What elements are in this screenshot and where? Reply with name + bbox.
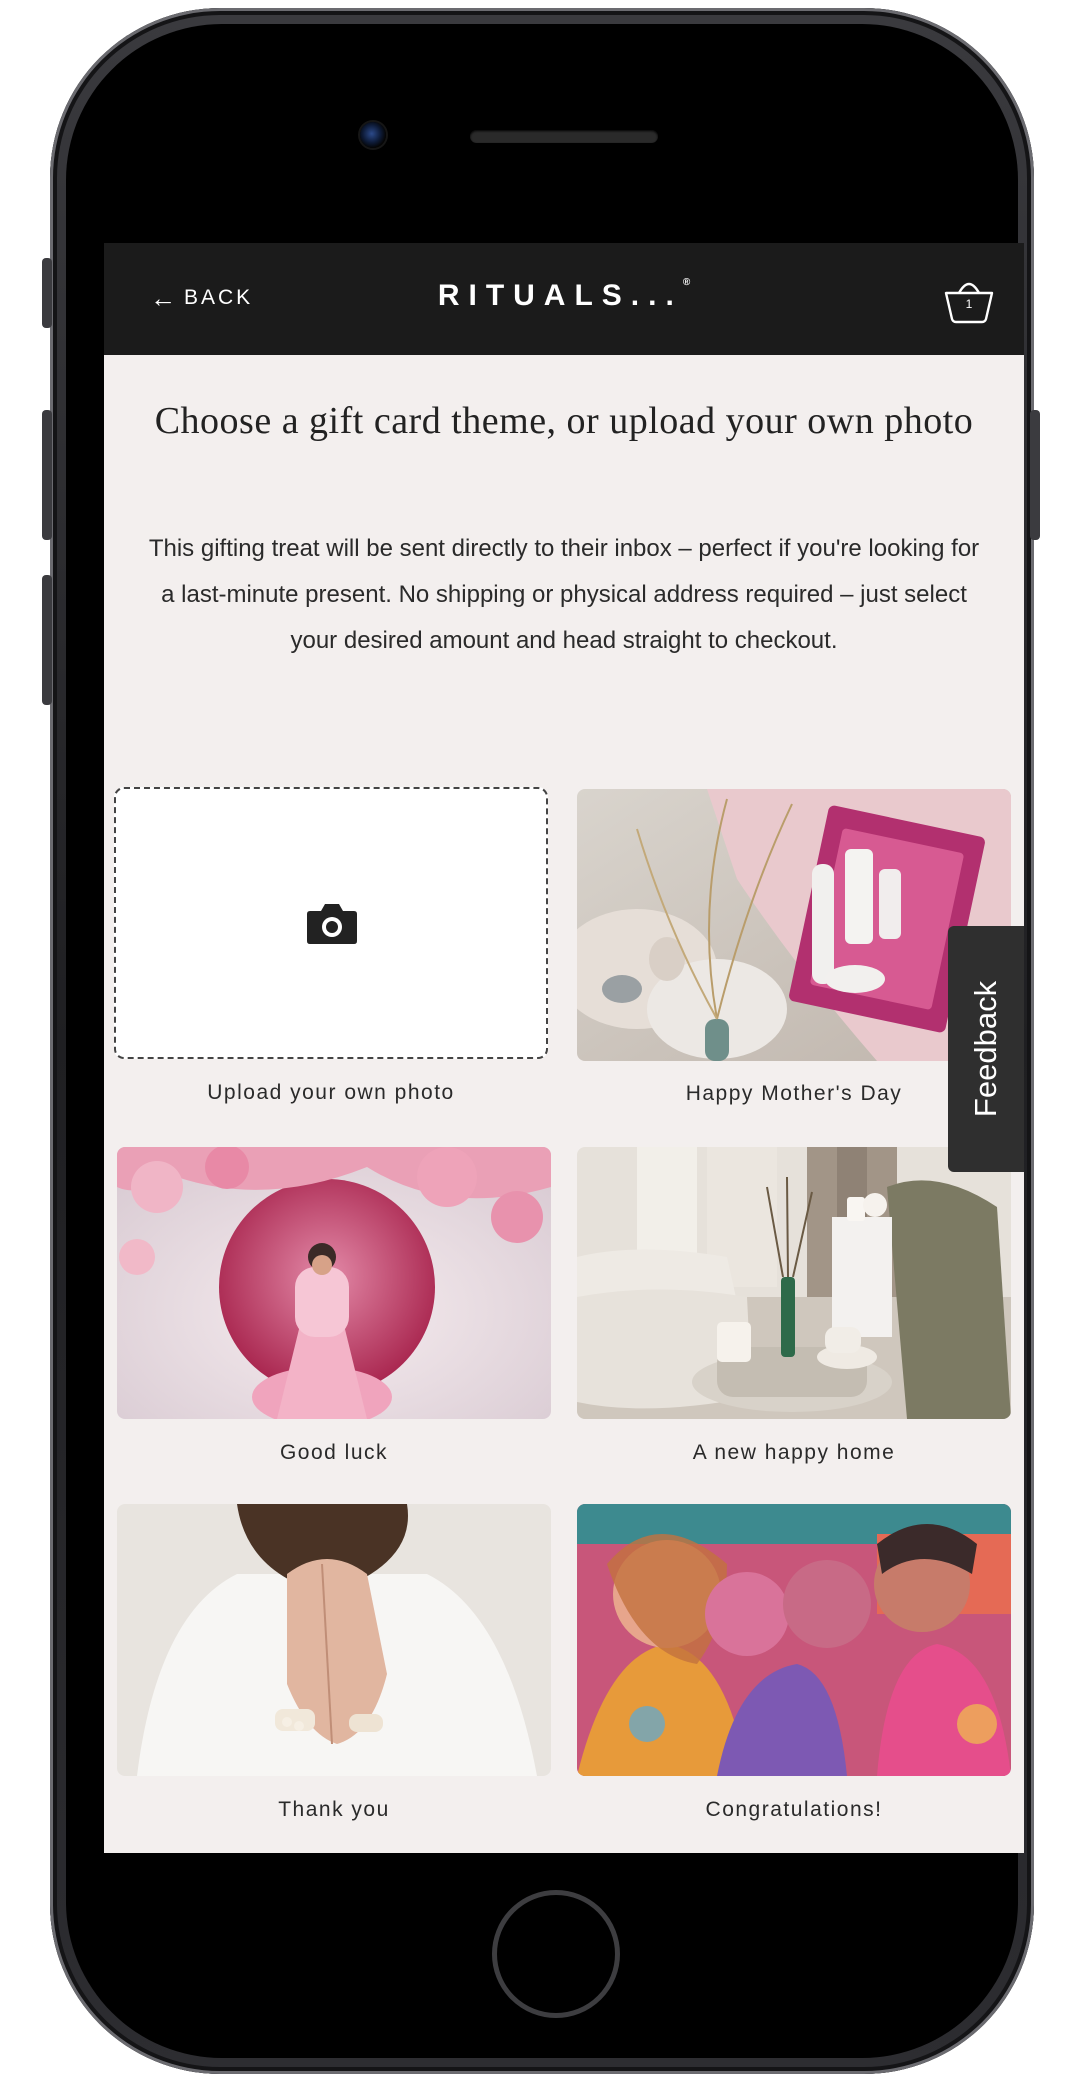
theme-tile-congratulations[interactable] [577, 1504, 1011, 1776]
top-nav-bar: ← BACK RITUALS...® 1 [104, 243, 1024, 355]
volume-up-button [42, 410, 52, 540]
page-description: This gifting treat will be sent directly… [148, 535, 980, 654]
congratulations-photo [577, 1504, 1011, 1776]
feedback-tab[interactable]: Feedback [948, 926, 1024, 1172]
brand-logo[interactable]: RITUALS...® [104, 277, 1024, 313]
mothers-day-photo [577, 789, 1011, 1061]
home-button[interactable] [492, 1890, 620, 2018]
camera-icon [307, 904, 357, 944]
feedback-label: Feedback [968, 980, 1003, 1118]
cart-count-badge: 1 [965, 297, 973, 311]
thank-you-photo [117, 1504, 551, 1776]
theme-caption-new-home: A new happy home [692, 1441, 896, 1464]
cart-button[interactable]: 1 [942, 273, 996, 325]
app-screen: ← BACK RITUALS...® 1 Choose a gift card … [104, 243, 1024, 1853]
brand-registered-mark: ® [682, 277, 691, 288]
power-button [1030, 410, 1040, 540]
theme-caption-upload: Upload your own photo [207, 1081, 455, 1104]
theme-tile-new-home[interactable] [577, 1147, 1011, 1419]
theme-caption-congratulations: Congratulations! [705, 1798, 883, 1821]
upload-photo-tile[interactable] [114, 787, 548, 1059]
theme-caption-thank-you: Thank you [278, 1798, 390, 1821]
mute-switch [42, 258, 52, 328]
theme-caption-good-luck: Good luck [279, 1441, 389, 1464]
theme-tile-good-luck[interactable] [117, 1147, 551, 1419]
page-title: Choose a gift card theme, or upload your… [154, 400, 974, 442]
theme-tile-thank-you[interactable] [117, 1504, 551, 1776]
good-luck-photo [117, 1147, 551, 1419]
volume-down-button [42, 575, 52, 705]
front-camera [360, 122, 386, 148]
new-home-photo [577, 1147, 1011, 1419]
brand-name: RITUALS... [437, 279, 683, 312]
earpiece-speaker [470, 130, 658, 143]
theme-caption-mothers-day: Happy Mother's Day [685, 1082, 903, 1105]
theme-tile-mothers-day[interactable] [577, 789, 1011, 1061]
